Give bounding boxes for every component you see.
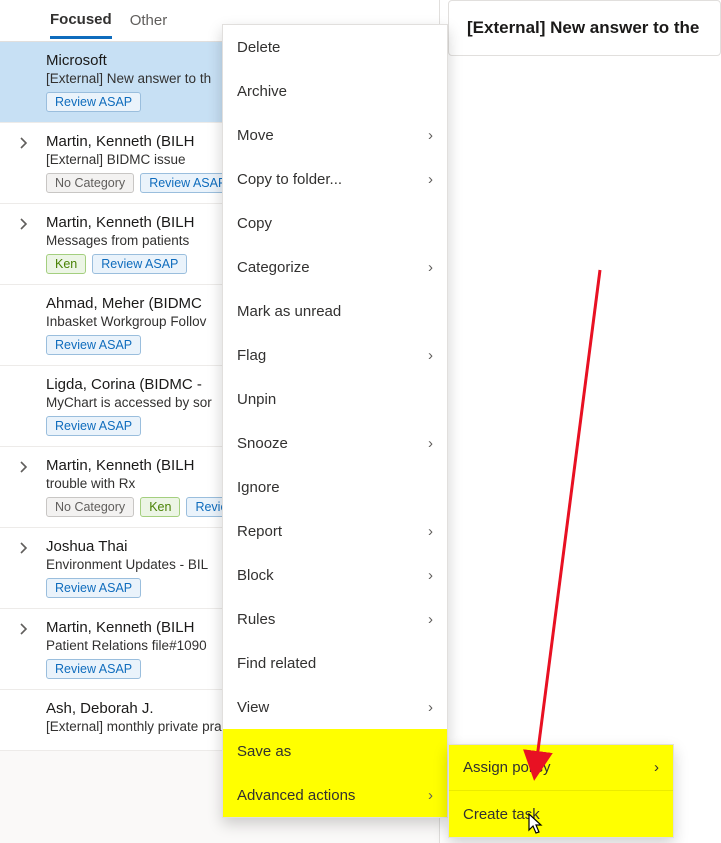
reading-pane-title: [External] New answer to the [467, 18, 699, 38]
category-tag[interactable]: Review ASAP [46, 659, 141, 679]
expand-toggle [8, 700, 40, 704]
chevron-right-icon: › [428, 171, 433, 188]
expand-toggle[interactable] [8, 619, 40, 635]
reading-pane-header: [External] New answer to the [448, 0, 721, 56]
chevron-right-icon: › [428, 611, 433, 628]
menu-mark-unread[interactable]: Mark as unread [223, 289, 447, 333]
category-tag[interactable]: No Category [46, 497, 134, 517]
tab-other[interactable]: Other [130, 12, 168, 37]
menu-flag[interactable]: Flag› [223, 333, 447, 377]
menu-unpin[interactable]: Unpin [223, 377, 447, 421]
chevron-right-icon [18, 461, 30, 473]
menu-move[interactable]: Move› [223, 113, 447, 157]
chevron-right-icon: › [428, 127, 433, 144]
menu-rules[interactable]: Rules› [223, 597, 447, 641]
menu-save-as[interactable]: Save as [223, 729, 447, 773]
category-tag[interactable]: No Category [46, 173, 134, 193]
chevron-right-icon: › [428, 435, 433, 452]
expand-toggle[interactable] [8, 457, 40, 473]
menu-snooze[interactable]: Snooze› [223, 421, 447, 465]
annotation-arrow [500, 266, 630, 786]
menu-advanced-actions[interactable]: Advanced actions› [223, 773, 447, 817]
chevron-right-icon: › [428, 699, 433, 716]
menu-block[interactable]: Block› [223, 553, 447, 597]
menu-report[interactable]: Report› [223, 509, 447, 553]
menu-copy[interactable]: Copy [223, 201, 447, 245]
category-tag[interactable]: Review ASAP [46, 92, 141, 112]
menu-delete[interactable]: Delete [223, 25, 447, 69]
chevron-right-icon: › [428, 567, 433, 584]
category-tag[interactable]: Review ASAP [46, 578, 141, 598]
chevron-right-icon: › [428, 259, 433, 276]
expand-toggle[interactable] [8, 214, 40, 230]
advanced-actions-submenu: Assign policy› Create task [448, 744, 674, 838]
chevron-right-icon: › [428, 523, 433, 540]
tab-focused[interactable]: Focused [50, 11, 112, 39]
chevron-right-icon: › [654, 759, 659, 776]
chevron-right-icon [18, 218, 30, 230]
chevron-right-icon [18, 542, 30, 554]
chevron-right-icon [18, 137, 30, 149]
category-tag[interactable]: Review ASAP [46, 416, 141, 436]
menu-find-related[interactable]: Find related [223, 641, 447, 685]
menu-categorize[interactable]: Categorize› [223, 245, 447, 289]
menu-archive[interactable]: Archive [223, 69, 447, 113]
category-tag[interactable]: Ken [46, 254, 86, 274]
expand-toggle[interactable] [8, 538, 40, 554]
expand-toggle [8, 295, 40, 299]
chevron-right-icon [18, 623, 30, 635]
expand-toggle[interactable] [8, 133, 40, 149]
category-tag[interactable]: Ken [140, 497, 180, 517]
expand-toggle [8, 52, 40, 56]
chevron-right-icon: › [428, 347, 433, 364]
chevron-right-icon: › [428, 787, 433, 804]
menu-ignore[interactable]: Ignore [223, 465, 447, 509]
menu-copy-to-folder[interactable]: Copy to folder...› [223, 157, 447, 201]
submenu-create-task[interactable]: Create task [449, 791, 673, 837]
submenu-assign-policy[interactable]: Assign policy› [449, 745, 673, 791]
menu-view[interactable]: View› [223, 685, 447, 729]
category-tag[interactable]: Review ASAP [92, 254, 187, 274]
context-menu: Delete Archive Move› Copy to folder...› … [222, 24, 448, 818]
expand-toggle [8, 376, 40, 380]
category-tag[interactable]: Review ASAP [46, 335, 141, 355]
